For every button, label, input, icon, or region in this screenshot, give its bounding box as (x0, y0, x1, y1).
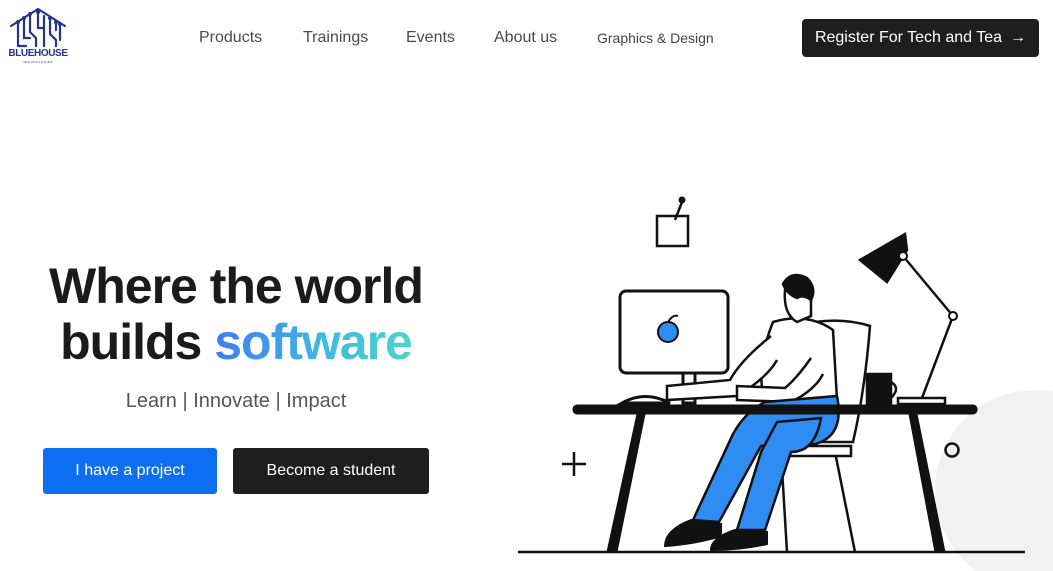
i-have-a-project-button[interactable]: I have a project (43, 448, 217, 494)
hero-subtitle: Learn | Innovate | Impact (125, 390, 347, 412)
nav-item-about-us[interactable]: About us (494, 29, 557, 47)
brand-logo[interactable]: BLUEHOUSE TECHNOLOGIES (8, 6, 68, 64)
nav-item-graphics-design[interactable]: Graphics & Design (597, 30, 714, 46)
nav-item-products[interactable]: Products (199, 29, 262, 47)
hero-illustration (515, 190, 1053, 571)
floating-square-icon (655, 201, 690, 248)
hero-title-accent: software (214, 314, 413, 370)
nav-item-events[interactable]: Events (406, 29, 455, 47)
circuit-house-icon (9, 7, 67, 48)
brand-name: BLUEHOUSE (8, 48, 68, 59)
become-a-student-button[interactable]: Become a student (233, 448, 429, 494)
hero-title: Where the world builds software (0, 258, 472, 370)
arrow-right-icon: → (1010, 29, 1027, 46)
hero-title-line1: Where the world (49, 258, 424, 314)
nav-item-trainings[interactable]: Trainings (303, 29, 368, 47)
lamp-joint-1 (898, 251, 908, 261)
person-legs (691, 394, 840, 532)
hero-title-line2-prefix: builds (60, 314, 215, 370)
brand-tagline: TECHNOLOGIES (23, 60, 53, 64)
lamp-joint-2 (948, 311, 958, 321)
register-button-label: Register For Tech and Tea (814, 29, 1003, 46)
mug-icon (865, 372, 898, 408)
developer-at-desk-illustration (518, 196, 1053, 571)
pin-dot (678, 196, 686, 204)
background-circle (935, 390, 1053, 571)
plus-icon (562, 452, 586, 476)
register-tech-and-tea-button[interactable]: Register For Tech and Tea → (802, 19, 1039, 57)
